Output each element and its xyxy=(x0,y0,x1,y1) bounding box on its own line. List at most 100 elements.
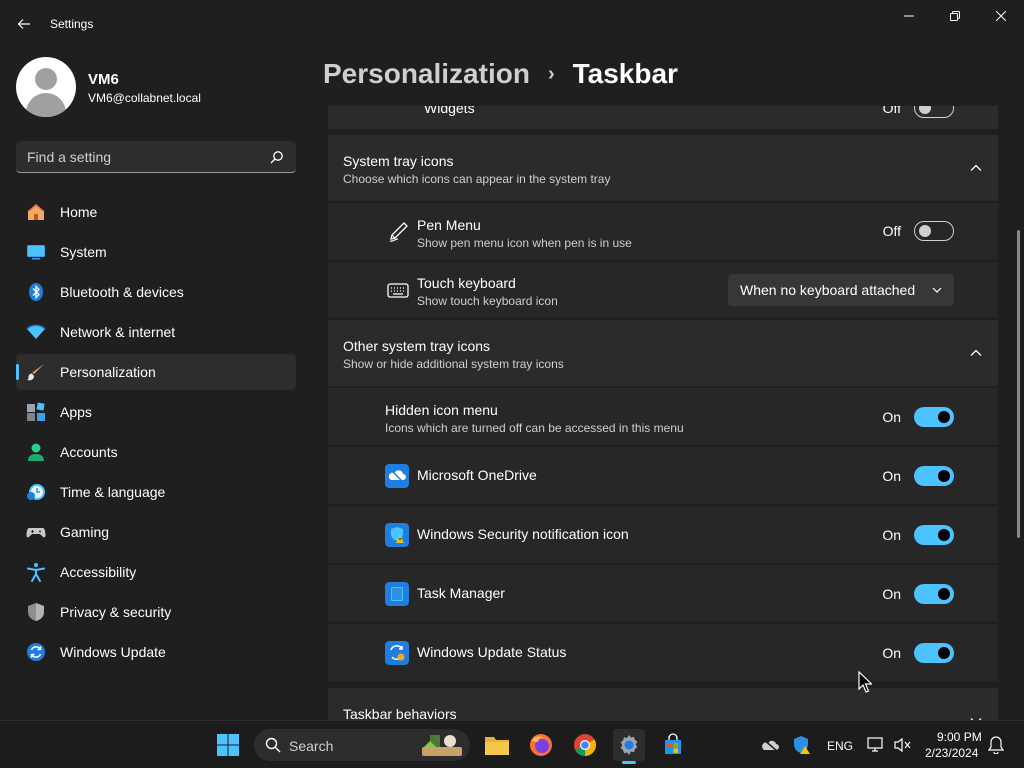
store-icon xyxy=(665,733,681,754)
sidebar-item-network[interactable]: Network & internet xyxy=(16,314,296,350)
sidebar-item-system[interactable]: System xyxy=(16,234,296,270)
taskbar-search[interactable]: Search xyxy=(254,729,470,761)
volume-muted-icon[interactable] xyxy=(893,737,911,753)
section-title: Other system tray icons xyxy=(343,338,491,354)
keyboard-icon xyxy=(387,283,409,298)
widgets-toggle[interactable] xyxy=(914,106,954,118)
breadcrumb-separator: › xyxy=(547,62,555,85)
chrome-icon xyxy=(574,734,596,756)
sidebar-item-privacy[interactable]: Privacy & security xyxy=(16,594,296,630)
task-manager-row: Task Manager On xyxy=(328,565,998,622)
clock-date[interactable]: 2/23/2024 xyxy=(925,746,978,760)
back-arrow-icon xyxy=(17,19,30,29)
sidebar-item-bluetooth[interactable]: Bluetooth & devices xyxy=(16,274,296,310)
sidebar-item-label: Apps xyxy=(60,404,92,420)
taskbar-search-label: Search xyxy=(289,738,334,754)
section-title: Taskbar behaviors xyxy=(343,706,457,720)
wifi-icon xyxy=(26,324,46,339)
profile-name: VM6 xyxy=(88,71,119,88)
start-button[interactable] xyxy=(212,729,244,761)
network-icon[interactable] xyxy=(867,736,885,754)
search-placeholder: Find a setting xyxy=(27,149,112,165)
settings-content: Widgets Off System tray icons Choose whi… xyxy=(320,106,1024,720)
sidebar-item-windows-update[interactable]: Windows Update xyxy=(16,634,296,670)
sidebar-item-label: Windows Update xyxy=(60,644,166,660)
language-indicator[interactable]: ENG xyxy=(827,739,853,753)
user-profile[interactable]: VM6 VM6@collabnet.local xyxy=(16,57,306,117)
pen-menu-toggle-group: Off xyxy=(883,221,954,241)
sidebar-item-apps[interactable]: Apps xyxy=(16,394,296,430)
avatar xyxy=(16,57,76,117)
pen-menu-title: Pen Menu xyxy=(417,217,481,233)
hidden-menu-toggle-group: On xyxy=(882,407,954,427)
hidden-menu-title: Hidden icon menu xyxy=(385,402,498,418)
taskbar-behaviors-section[interactable]: Taskbar behaviors xyxy=(328,688,998,720)
sidebar-item-accounts[interactable]: Accounts xyxy=(16,434,296,470)
security-tray-icon[interactable] xyxy=(793,735,811,755)
sidebar-item-label: Bluetooth & devices xyxy=(60,284,184,300)
onedrive-row: Microsoft OneDrive On xyxy=(328,447,998,504)
notification-bell-icon[interactable] xyxy=(988,736,1004,754)
clock-time[interactable]: 9:00 PM xyxy=(937,730,982,744)
sidebar-item-label: Gaming xyxy=(60,524,110,540)
accounts-icon xyxy=(28,443,44,461)
breadcrumb: Personalization › Taskbar xyxy=(323,58,678,90)
touch-keyboard-title: Touch keyboard xyxy=(417,275,516,291)
accessibility-icon xyxy=(27,563,45,582)
pen-menu-row: Pen Menu Show pen menu icon when pen is … xyxy=(328,203,998,260)
system-tray-section[interactable]: System tray icons Choose which icons can… xyxy=(328,135,998,201)
sidebar-item-gaming[interactable]: Gaming xyxy=(16,514,296,550)
firefox-button[interactable] xyxy=(525,729,557,761)
sidebar-item-time-language[interactable]: Time & language xyxy=(16,474,296,510)
hidden-menu-toggle[interactable] xyxy=(914,407,954,427)
pen-menu-toggle[interactable] xyxy=(914,221,954,241)
sidebar-item-personalization[interactable]: Personalization xyxy=(16,354,296,390)
search-input[interactable]: Find a setting xyxy=(16,141,296,173)
windows-security-title: Windows Security notification icon xyxy=(417,526,629,542)
section-desc: Choose which icons can appear in the sys… xyxy=(343,172,611,186)
bluetooth-icon xyxy=(29,283,43,301)
sidebar-item-home[interactable]: Home xyxy=(16,194,296,230)
search-icon xyxy=(270,151,283,164)
windows-update-status-title: Windows Update Status xyxy=(417,644,567,660)
onedrive-tray-icon[interactable] xyxy=(761,737,779,753)
taskbar: Search ENG 9:00 PM 2/23/2024 xyxy=(0,720,1024,768)
app-title: Settings xyxy=(50,17,94,31)
touch-keyboard-dropdown[interactable]: When no keyboard attached xyxy=(728,274,954,306)
pen-icon xyxy=(389,222,408,242)
other-tray-section[interactable]: Other system tray icons Show or hide add… xyxy=(328,320,998,386)
maximize-button[interactable] xyxy=(932,0,978,32)
chevron-up-icon[interactable] xyxy=(970,162,982,174)
sidebar-item-accessibility[interactable]: Accessibility xyxy=(16,554,296,590)
task-manager-toggle[interactable] xyxy=(914,584,954,604)
settings-button[interactable] xyxy=(613,729,645,764)
close-icon xyxy=(996,11,1006,21)
file-explorer-button[interactable] xyxy=(481,729,513,761)
chrome-button[interactable] xyxy=(569,729,601,761)
close-button[interactable] xyxy=(978,0,1024,32)
gamepad-icon xyxy=(26,528,46,538)
windows-security-toggle[interactable] xyxy=(914,525,954,545)
widgets-toggle-group: Off xyxy=(883,106,954,118)
windows-update-status-toggle[interactable] xyxy=(914,643,954,663)
store-button[interactable] xyxy=(657,729,689,761)
chevron-up-icon[interactable] xyxy=(970,347,982,359)
profile-email: VM6@collabnet.local xyxy=(88,91,201,105)
onedrive-state: On xyxy=(882,468,901,484)
windows-security-row: Windows Security notification icon On xyxy=(328,506,998,563)
minimize-button[interactable] xyxy=(886,0,932,32)
windows-update-status-state: On xyxy=(882,645,901,661)
back-button[interactable] xyxy=(8,8,40,40)
scrollbar[interactable] xyxy=(1017,230,1020,538)
hidden-icon-menu-row: Hidden icon menu Icons which are turned … xyxy=(328,388,998,445)
widgets-state: Off xyxy=(882,106,901,116)
chevron-down-icon xyxy=(932,287,942,293)
breadcrumb-parent[interactable]: Personalization xyxy=(323,58,530,90)
task-manager-toggle-group: On xyxy=(882,584,954,604)
widgets-row[interactable]: Widgets Off xyxy=(328,106,998,129)
sidebar-item-label: Accounts xyxy=(60,444,118,460)
minimize-icon xyxy=(904,15,914,17)
section-title: System tray icons xyxy=(343,153,454,169)
onedrive-toggle[interactable] xyxy=(914,466,954,486)
security-icon xyxy=(385,523,409,547)
